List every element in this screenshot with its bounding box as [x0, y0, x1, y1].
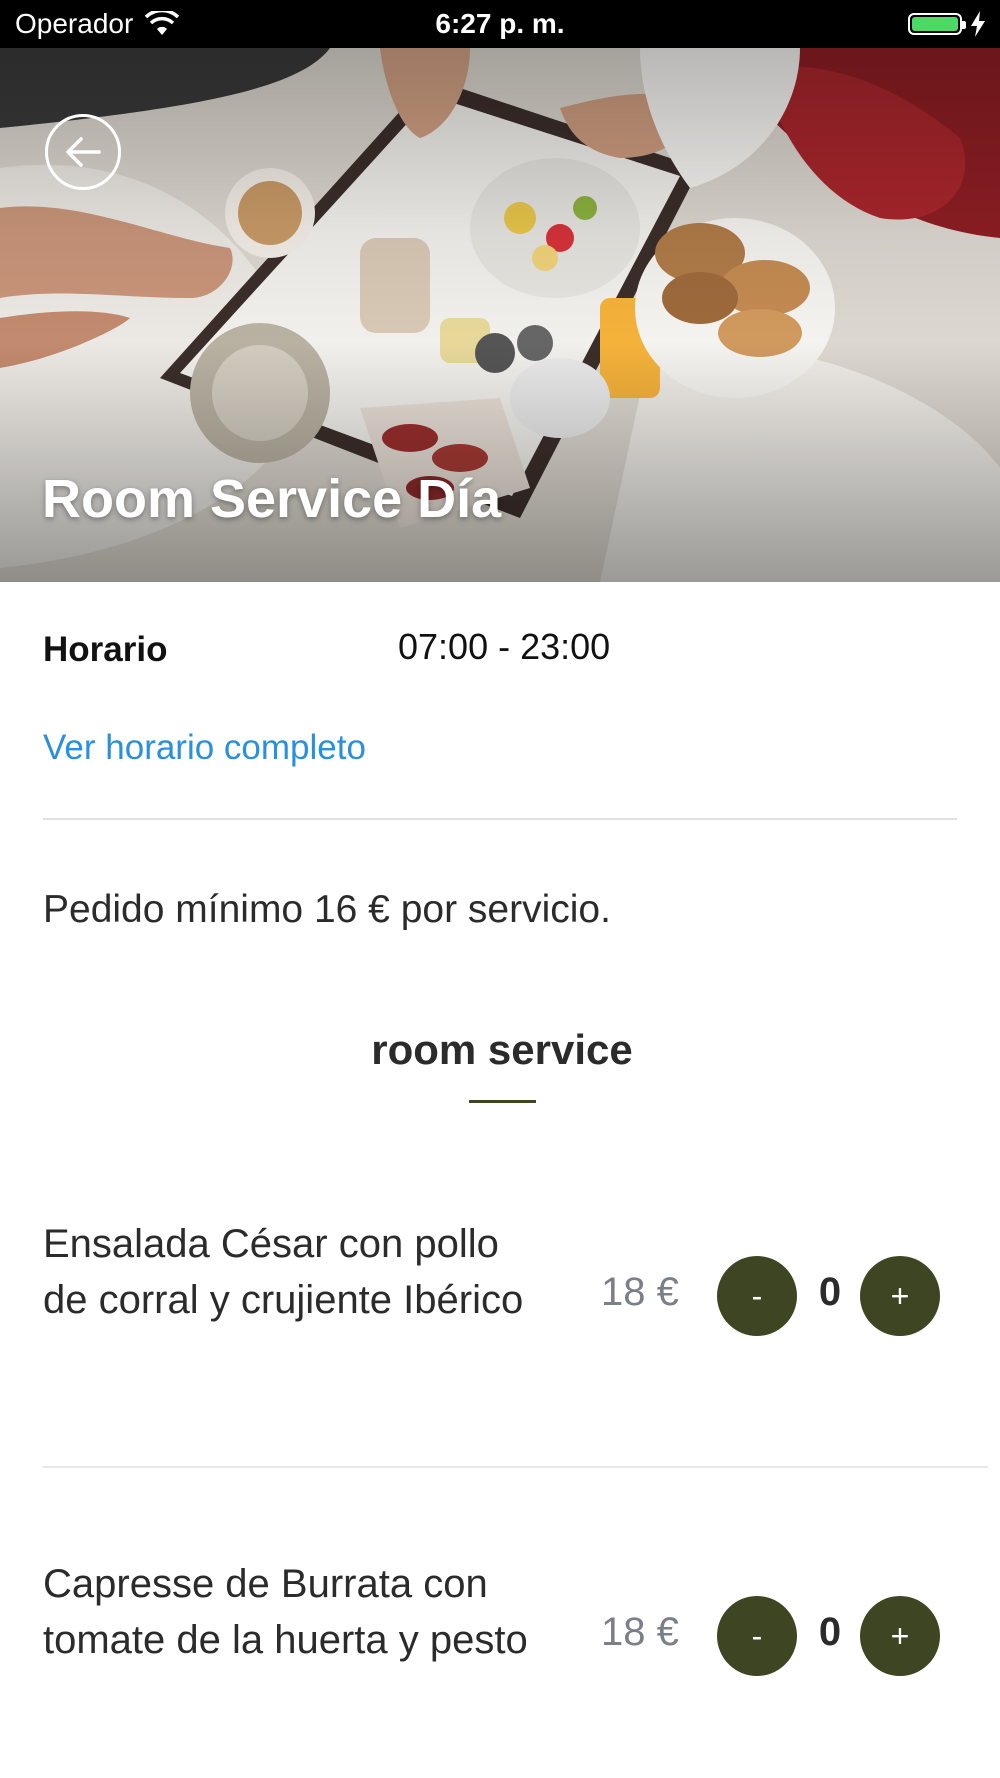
- schedule-hours: 07:00 - 23:00: [398, 626, 611, 667]
- menu-item: Ensalada César con pollo de corral y cru…: [43, 1216, 983, 1386]
- section-underline: [469, 1100, 536, 1103]
- increment-button[interactable]: +: [860, 1256, 940, 1336]
- back-button[interactable]: [45, 114, 121, 190]
- status-bar: Operador 6:27 p. m.: [0, 0, 1000, 48]
- quantity-value: 0: [818, 1270, 842, 1314]
- item-name: Ensalada César con pollo de corral y cru…: [43, 1222, 524, 1322]
- arrow-left-icon: [66, 137, 101, 167]
- item-price: 18 €: [601, 1270, 679, 1314]
- menu-item: Capresse de Burrata con tomate de la hue…: [43, 1556, 983, 1726]
- item-price: 18 €: [601, 1610, 679, 1654]
- schedule-row: Horario 07:00 - 23:00: [43, 620, 963, 680]
- item-name: Capresse de Burrata con tomate de la hue…: [43, 1562, 528, 1662]
- full-schedule-link[interactable]: Ver horario completo: [43, 728, 366, 768]
- clock: 6:27 p. m.: [435, 8, 565, 39]
- minimum-order-notice: Pedido mínimo 16 € por servicio.: [43, 888, 611, 931]
- decrement-button[interactable]: -: [717, 1596, 797, 1676]
- decrement-button[interactable]: -: [717, 1256, 797, 1336]
- page-title: Room Service Día: [42, 469, 502, 529]
- divider: [43, 818, 957, 820]
- divider: [43, 1466, 988, 1468]
- battery-group: [908, 0, 986, 48]
- increment-button[interactable]: +: [860, 1596, 940, 1676]
- section-title: room service: [371, 1026, 633, 1073]
- battery-icon: [908, 13, 966, 35]
- charging-bolt-icon: [971, 11, 985, 37]
- hero-image: Room Service Día: [0, 48, 1000, 582]
- quantity-value: 0: [818, 1610, 842, 1654]
- schedule-label: Horario: [43, 630, 168, 669]
